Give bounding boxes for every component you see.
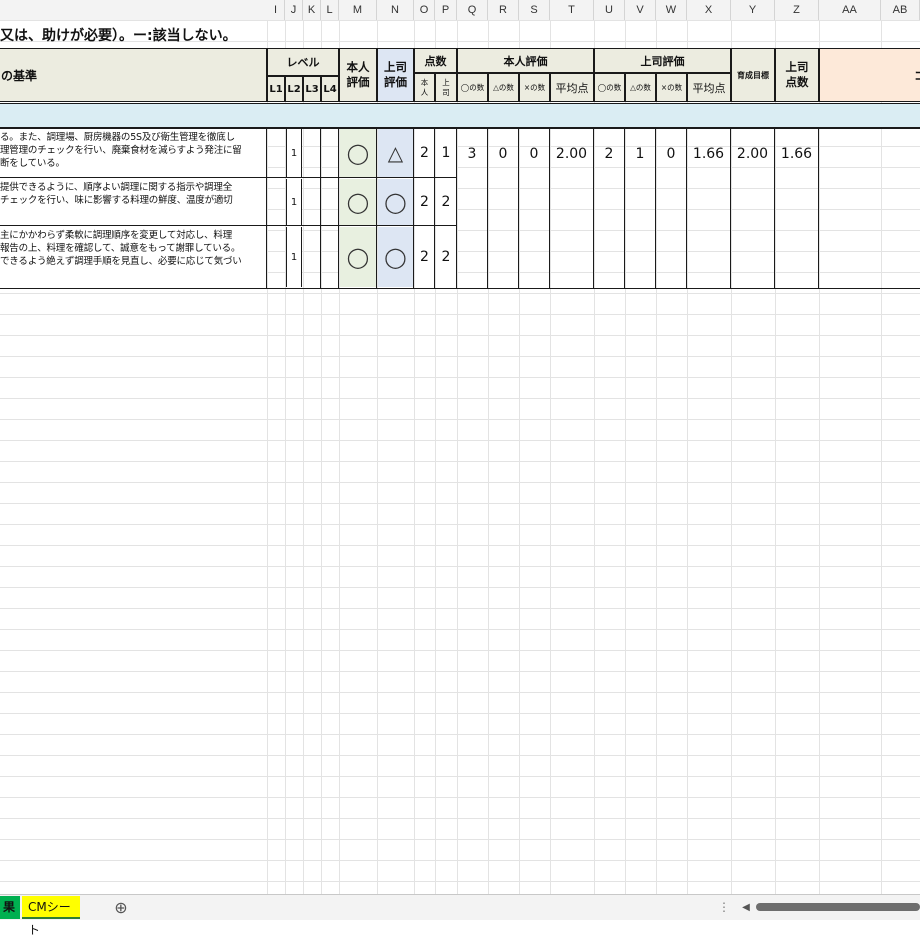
column-header-X[interactable]: X <box>687 0 731 20</box>
column-header-Y[interactable]: Y <box>731 0 775 20</box>
boss-points-row-2[interactable]: 2 <box>436 179 456 225</box>
column-header-O[interactable]: O <box>414 0 435 20</box>
horizontal-scrollbar-thumb[interactable] <box>756 903 920 911</box>
boss-cross-count[interactable]: 0 <box>656 144 686 164</box>
column-header-K[interactable]: K <box>303 0 321 20</box>
criteria-header: の基準 <box>0 48 267 102</box>
row-separator <box>0 177 457 178</box>
points-header: 点数 <box>414 48 457 73</box>
column-header-bar: I J K L M N O P Q R S T U V W X Y Z AA A… <box>0 0 920 21</box>
category-band <box>0 103 920 128</box>
level-l4-header: L4 <box>321 76 339 102</box>
self-eval-header: 本人評価 <box>339 48 377 102</box>
column-header-S[interactable]: S <box>519 0 550 20</box>
sheet-tab-previous[interactable]: 果 <box>0 896 20 919</box>
boss-circle-count[interactable]: 2 <box>594 144 624 164</box>
col-border <box>818 128 819 289</box>
column-header-Z[interactable]: Z <box>775 0 819 20</box>
scroll-left-icon[interactable]: ◀ <box>738 896 754 919</box>
col-border <box>266 128 267 289</box>
self-circle-count[interactable]: 3 <box>457 144 487 164</box>
boss-triangle-count[interactable]: 1 <box>625 144 655 164</box>
row-separator <box>0 225 457 226</box>
column-header-W[interactable]: W <box>656 0 687 20</box>
criteria-row-2[interactable]: 提供できるように、順序よい調理に関する指示や調理全 チェックを行い、味に影響する… <box>0 179 266 225</box>
self-points-row-3[interactable]: 2 <box>415 227 434 287</box>
level-l2-row-2[interactable]: 1 <box>286 179 302 225</box>
boss-points-row-1[interactable]: 1 <box>436 129 456 177</box>
self-cross-count-header: ×の数 <box>519 73 550 102</box>
level-l3-header: L3 <box>303 76 321 102</box>
column-header-N[interactable]: N <box>377 0 414 20</box>
level-l2-header: L2 <box>285 76 303 102</box>
boss-points-row-3[interactable]: 2 <box>436 227 456 287</box>
boss-mark-row-1[interactable]: △ <box>378 129 413 177</box>
worksheet-grid[interactable]: 又は、助けが必要）。ー:該当しない。 の基準 レベル L1 L2 L3 L4 本… <box>0 20 920 894</box>
level-header: レベル <box>267 48 339 76</box>
column-header-M[interactable]: M <box>339 0 377 20</box>
add-sheet-icon[interactable]: ⊕ <box>108 896 134 919</box>
boss-eval-header: 上司評価 <box>377 48 414 102</box>
column-header-V[interactable]: V <box>625 0 656 20</box>
criteria-row-1[interactable]: る。また、調理場、厨房機器の5S及び衛生管理を徹底し 理管理のチェックを行い、廃… <box>0 129 266 177</box>
self-points-row-2[interactable]: 2 <box>415 179 434 225</box>
column-header-AB[interactable]: AB <box>881 0 920 20</box>
column-header-U[interactable]: U <box>594 0 625 20</box>
self-mark-row-2[interactable]: ◯ <box>340 179 376 225</box>
self-points-row-1[interactable]: 2 <box>415 129 434 177</box>
self-triangle-count-header: △の数 <box>488 73 519 102</box>
column-header-T[interactable]: T <box>550 0 594 20</box>
comment-header: コ <box>819 48 920 102</box>
boss-cross-count-header: ×の数 <box>656 73 687 102</box>
boss-average-header: 平均点 <box>687 73 731 102</box>
column-header-J[interactable]: J <box>285 0 303 20</box>
boss-circle-count-header: ◯の数 <box>594 73 625 102</box>
col-border <box>413 128 414 289</box>
boss-points-value[interactable]: 1.66 <box>775 144 818 164</box>
col-border <box>376 128 377 289</box>
column-header-P[interactable]: P <box>435 0 457 20</box>
self-eval-group-header: 本人評価 <box>457 48 594 73</box>
self-average-header: 平均点 <box>550 73 594 102</box>
boss-triangle-count-header: △の数 <box>625 73 656 102</box>
boss-mark-row-3[interactable]: ◯ <box>378 227 413 287</box>
level-l2-row-1[interactable]: 1 <box>286 129 302 177</box>
col-border <box>434 128 435 289</box>
boss-mark-row-2[interactable]: ◯ <box>378 179 413 225</box>
sheet-tab-cm[interactable]: CMシート <box>22 896 80 937</box>
column-header-Q[interactable]: Q <box>457 0 488 20</box>
more-options-icon[interactable]: ⋮ <box>716 896 732 919</box>
points-boss-header: 上司 <box>435 73 457 102</box>
sheet-tab-bar: 果 CMシート ⊕ ⋮ ◀ <box>0 894 920 937</box>
self-mark-row-3[interactable]: ◯ <box>340 227 376 287</box>
column-header-AA[interactable]: AA <box>819 0 881 20</box>
self-mark-row-1[interactable]: ◯ <box>340 129 376 177</box>
self-average[interactable]: 2.00 <box>550 144 593 164</box>
level-l1-header: L1 <box>267 76 285 102</box>
boss-average[interactable]: 1.66 <box>687 144 730 164</box>
goal-header: 育成目標 <box>731 48 775 102</box>
column-header-L[interactable]: L <box>321 0 339 20</box>
self-cross-count[interactable]: 0 <box>519 144 549 164</box>
goal-value[interactable]: 2.00 <box>731 144 774 164</box>
self-circle-count-header: ◯の数 <box>457 73 488 102</box>
boss-points-header: 上司点数 <box>775 48 819 102</box>
column-header-I[interactable]: I <box>267 0 285 20</box>
sheet-title: 又は、助けが必要）。ー:該当しない。 <box>0 28 237 44</box>
criteria-row-3[interactable]: 主にかかわらず柔軟に調理順序を変更して対応し、料理 報告の上、料理を確認して、誠… <box>0 227 266 287</box>
self-triangle-count[interactable]: 0 <box>488 144 518 164</box>
col-border <box>320 128 321 289</box>
column-header-R[interactable]: R <box>488 0 519 20</box>
boss-eval-group-header: 上司評価 <box>594 48 731 73</box>
points-self-header: 本人 <box>414 73 435 102</box>
col-border <box>338 128 339 289</box>
level-l2-row-3[interactable]: 1 <box>286 227 302 287</box>
